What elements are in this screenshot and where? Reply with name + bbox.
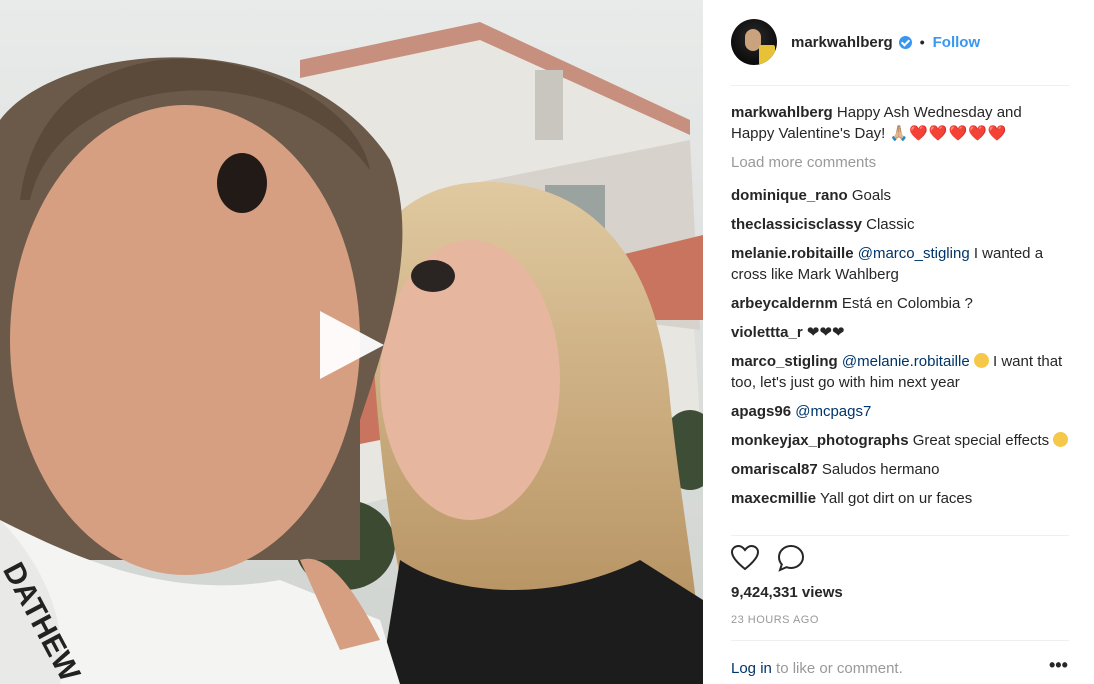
comment-username[interactable]: dominique_rano [731,187,848,204]
worried-face-emoji-icon [973,353,989,368]
login-prompt-text: to like or comment. [771,660,903,677]
comment-username[interactable]: violettta_r [731,324,803,341]
comment-username[interactable]: apags96 [731,403,791,420]
comment-username[interactable]: marco_stigling [731,353,838,370]
comment-item: dominique_rano Goals [731,185,1069,206]
comment-text: Goals [851,187,892,204]
post-header: markwahlberg • Follow [731,18,1071,66]
comment-text: Yall got dirt on ur faces [819,490,973,507]
post-caption: markwahlberg Happy Ash Wednesday and Hap… [731,102,1069,144]
view-count[interactable]: 9,424,331 views [731,584,843,601]
comment-mention[interactable]: @marco_stigling [858,245,970,262]
comments-list[interactable]: markwahlberg Happy Ash Wednesday and Hap… [731,102,1069,534]
verified-badge-icon [898,35,912,49]
comment-item: marco_stigling @melanie.robitaille I wan… [731,351,1069,393]
comment-text: Classic [866,216,915,233]
post-username[interactable]: markwahlberg [791,34,893,51]
comments-divider [731,535,1069,536]
comment-item: monkeyjax_photographs Great special effe… [731,430,1069,451]
action-bar [731,544,805,572]
comment-username[interactable]: arbeycaldernm [731,295,838,312]
heart-icon[interactable] [731,544,759,572]
caption-username[interactable]: markwahlberg [731,104,833,121]
play-icon[interactable] [310,305,390,385]
comment-item: maxecmillie Yall got dirt on ur faces [731,488,1069,509]
comment-icon[interactable] [777,544,805,572]
header-divider [731,85,1069,86]
post-sidebar: markwahlberg • Follow markwahlberg Happy… [703,0,1094,684]
separator-dot: • [919,34,925,50]
comment-item: omariscal87 Saludos hermano [731,459,1069,480]
comment-item: theclassicisclassy Classic [731,214,1069,235]
comment-text: ❤❤❤ [806,324,845,341]
avatar[interactable] [731,19,777,65]
post-timestamp[interactable]: 23 HOURS AGO [731,614,819,626]
more-options-button[interactable]: ••• [1049,655,1068,676]
comment-text: Great special effects [912,432,1050,449]
comment-username[interactable]: omariscal87 [731,461,818,478]
footer-divider [731,640,1069,641]
comment-item: melanie.robitaille @marco_stigling I wan… [731,243,1069,285]
comment-username[interactable]: maxecmillie [731,490,816,507]
comment-item: arbeycaldernm Está en Colombia ? [731,293,1069,314]
comment-username[interactable]: melanie.robitaille [731,245,854,262]
comment-username[interactable]: theclassicisclassy [731,216,862,233]
comment-mention[interactable]: @mcpags7 [795,403,871,420]
comment-mention[interactable]: @melanie.robitaille [842,353,970,370]
follow-button[interactable]: Follow [933,34,981,51]
smile-emoji-icon [1053,432,1069,447]
video-player[interactable]: DATHEW [0,0,703,684]
login-link[interactable]: Log in [731,660,772,677]
comment-text: Está en Colombia ? [841,295,973,312]
comment-username[interactable]: monkeyjax_photographs [731,432,909,449]
login-prompt: Log in to like or comment. [731,660,903,677]
comment-text: Saludos hermano [821,461,940,478]
caption-emojis: 🙏🏼❤️❤️❤️❤️❤️ [889,125,1008,142]
load-more-comments-link[interactable]: Load more comments [731,152,1069,173]
comment-item: violettta_r ❤❤❤ [731,322,1069,343]
comment-item: apags96 @mcpags7 [731,401,1069,422]
